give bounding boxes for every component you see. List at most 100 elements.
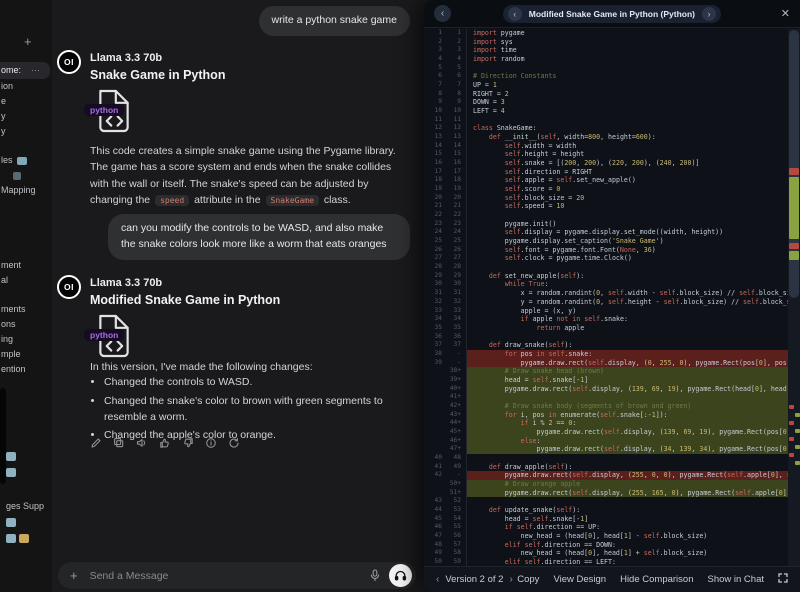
code-line: 2222 bbox=[424, 211, 788, 220]
mic-icon[interactable] bbox=[369, 569, 381, 582]
sidebar-history-item[interactable]: mple bbox=[0, 347, 52, 362]
diff-marker-removed bbox=[789, 405, 794, 409]
message-input-bar: + bbox=[58, 562, 416, 589]
read-aloud-icon[interactable] bbox=[136, 437, 148, 449]
sidebar-history-item[interactable]: ments bbox=[0, 302, 52, 317]
version-title-pill: ‹ Modified Snake Game in Python (Python)… bbox=[503, 5, 721, 23]
sidebar-item-label: les bbox=[1, 153, 13, 168]
sidebar-footer-item[interactable]: ges Supp bbox=[6, 498, 52, 514]
change-item: Changed the snake's color to brown with … bbox=[104, 394, 404, 426]
sidebar-footer-icon[interactable] bbox=[6, 464, 52, 480]
hide-comparison-button[interactable]: Hide Comparison bbox=[620, 574, 693, 585]
sidebar-history-item[interactable] bbox=[0, 168, 52, 183]
new-chat-icon[interactable]: + bbox=[24, 34, 32, 49]
model-name: Llama 3.3 70b bbox=[90, 52, 162, 64]
sidebar-item-label: y bbox=[1, 109, 6, 124]
diff-marker-added bbox=[789, 251, 799, 260]
user-message: write a python snake game bbox=[259, 6, 411, 36]
copy-icon[interactable] bbox=[113, 437, 125, 449]
panel-title: Modified Snake Game in Python (Python) bbox=[529, 9, 695, 19]
sidebar-history-item[interactable]: Mapping bbox=[0, 183, 52, 198]
code-line: 2828 bbox=[424, 263, 788, 272]
code-line: 77UP = 1 bbox=[424, 81, 788, 90]
sidebar-history-item[interactable]: ion bbox=[0, 79, 52, 94]
model-name: Llama 3.3 70b bbox=[90, 277, 162, 289]
code-line: 3333 apple = (x, y) bbox=[424, 307, 788, 316]
info-icon[interactable] bbox=[205, 437, 217, 449]
thumbnail-icon bbox=[6, 468, 16, 477]
assistant-text: In this version, I've made the following… bbox=[90, 361, 313, 373]
diff-marker-added bbox=[795, 429, 800, 433]
sidebar-footer-icon[interactable] bbox=[6, 448, 52, 464]
sidebar-history-item[interactable]: ment bbox=[0, 258, 52, 273]
sidebar-history-item[interactable]: e bbox=[0, 94, 52, 109]
sidebar-history-item[interactable]: ing bbox=[0, 332, 52, 347]
assistant-avatar: OI bbox=[57, 50, 81, 74]
headphones-icon bbox=[394, 569, 407, 582]
thumbnail-icon bbox=[13, 172, 21, 180]
code-line: 2727 self.clock = pygame.time.Clock() bbox=[424, 254, 788, 263]
sidebar-item-label: mple bbox=[1, 347, 21, 362]
sidebar-item-label: e bbox=[1, 94, 6, 109]
voice-mode-button[interactable] bbox=[389, 564, 412, 587]
code-line: 2020 self.block_size = 20 bbox=[424, 194, 788, 203]
sidebar-history-item[interactable]: ons bbox=[0, 317, 52, 332]
code-line: 46+ else: bbox=[424, 437, 788, 446]
sidebar-item-label: ment bbox=[1, 258, 21, 273]
code-line: 4149 def draw_apple(self): bbox=[424, 463, 788, 472]
code-line: 2424 self.display = pygame.display.set_m… bbox=[424, 228, 788, 237]
view-design-button[interactable]: View Design bbox=[553, 574, 606, 585]
attach-icon[interactable]: + bbox=[70, 568, 78, 583]
code-line: 1414 self.width = width bbox=[424, 142, 788, 151]
code-line: 1313 def __init__(self, width=800, heigh… bbox=[424, 133, 788, 142]
regenerate-icon[interactable] bbox=[228, 437, 240, 449]
version-switcher: ‹ Version 2 of 2 › bbox=[436, 574, 513, 585]
sidebar-history-item[interactable]: y bbox=[0, 109, 52, 124]
code-line: 41+ bbox=[424, 393, 788, 402]
edit-icon[interactable] bbox=[90, 437, 102, 449]
thumbnail-icon bbox=[19, 534, 29, 543]
thumbnail-icon bbox=[6, 452, 16, 461]
sidebar-scrollbar-thumb[interactable] bbox=[0, 388, 6, 484]
more-options-icon[interactable]: ⋯ bbox=[31, 63, 41, 78]
fullscreen-icon[interactable] bbox=[778, 573, 788, 586]
code-line: 1111 bbox=[424, 116, 788, 125]
code-line: 4756 new_head = (head[0], head[1] - self… bbox=[424, 532, 788, 541]
code-line: 22import sys bbox=[424, 38, 788, 47]
sidebar-history-item[interactable]: y bbox=[0, 124, 52, 139]
show-in-chat-button[interactable]: Show in Chat bbox=[707, 574, 764, 585]
code-line: 88RIGHT = 2 bbox=[424, 90, 788, 99]
diff-marker-added bbox=[795, 461, 800, 465]
close-icon[interactable]: ✕ bbox=[781, 7, 790, 20]
diff-marker-added bbox=[795, 445, 800, 449]
sidebar-item-label: y bbox=[1, 124, 6, 139]
python-file-icon[interactable]: python bbox=[90, 313, 142, 359]
sidebar-history-item[interactable]: al bbox=[0, 273, 52, 288]
back-button[interactable]: ‹ bbox=[434, 5, 451, 22]
thumbs-up-icon[interactable] bbox=[159, 437, 171, 449]
sidebar-history-item[interactable]: ome:⋯ bbox=[0, 62, 50, 79]
code-scrollbar[interactable] bbox=[788, 29, 800, 566]
sidebar-footer-icon[interactable] bbox=[6, 530, 52, 546]
code-line: 33import time bbox=[424, 46, 788, 55]
sidebar-history-item[interactable]: ention bbox=[0, 362, 52, 377]
code-line: 4958 new_head = (head[0], head[1] + self… bbox=[424, 549, 788, 558]
code-line: 42- pygame.draw.rect(self.display, (255,… bbox=[424, 471, 788, 480]
sidebar-history-item[interactable]: les bbox=[0, 153, 52, 168]
code-line: 1818 self.apple = self.set_new_apple() bbox=[424, 176, 788, 185]
user-message: can you modify the controls to be WASD, … bbox=[108, 214, 410, 260]
prev-version-icon[interactable]: ‹ bbox=[436, 574, 439, 585]
inline-code: SnakeGame bbox=[266, 195, 319, 206]
next-version-icon[interactable]: › bbox=[509, 574, 512, 585]
next-version-button[interactable]: › bbox=[702, 7, 716, 21]
prev-version-button[interactable]: ‹ bbox=[508, 7, 522, 21]
sidebar-footer-icon[interactable] bbox=[6, 514, 52, 530]
code-line: 5059 elif self.direction == LEFT: bbox=[424, 558, 788, 566]
send-message-input[interactable] bbox=[88, 569, 369, 583]
code-line: 1717 self.direction = RIGHT bbox=[424, 168, 788, 177]
thumbs-down-icon[interactable] bbox=[182, 437, 194, 449]
python-file-icon[interactable]: python bbox=[90, 88, 142, 134]
copy-button[interactable]: Copy bbox=[517, 574, 539, 585]
code-line: 99DOWN = 3 bbox=[424, 98, 788, 107]
sidebar-item-label: ments bbox=[1, 302, 26, 317]
